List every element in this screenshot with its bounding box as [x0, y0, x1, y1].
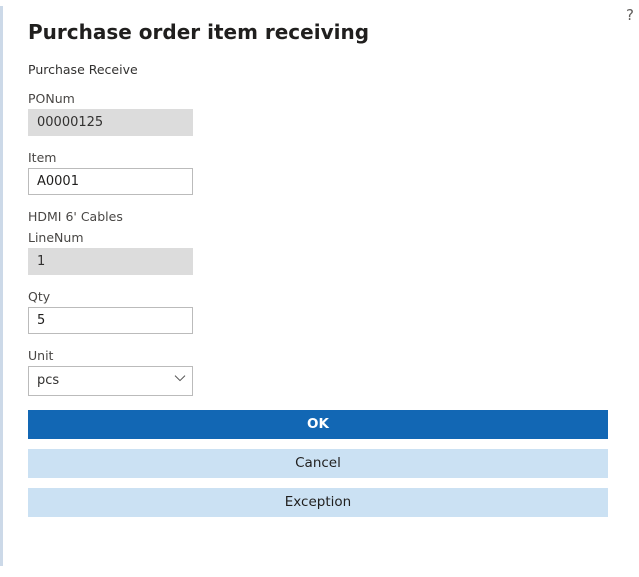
ok-button[interactable]: OK: [28, 410, 608, 439]
help-icon[interactable]: ?: [626, 6, 634, 24]
ponum-label: PONum: [28, 91, 611, 106]
button-row: OK Cancel Exception: [28, 410, 611, 517]
left-accent-border: [0, 6, 3, 566]
field-ponum: PONum: [28, 91, 611, 136]
exception-button[interactable]: Exception: [28, 488, 608, 517]
form-container: Purchase order item receiving Purchase R…: [0, 0, 639, 517]
field-unit: Unit pcs: [28, 348, 611, 396]
qty-label: Qty: [28, 289, 611, 304]
item-input[interactable]: [28, 168, 193, 195]
ponum-input: [28, 109, 193, 136]
unit-select[interactable]: pcs: [28, 366, 193, 396]
item-label: Item: [28, 150, 611, 165]
field-item: Item: [28, 150, 611, 195]
linenum-label: LineNum: [28, 230, 611, 245]
unit-label: Unit: [28, 348, 611, 363]
item-description: HDMI 6' Cables: [28, 209, 611, 224]
field-linenum: HDMI 6' Cables LineNum: [28, 209, 611, 275]
qty-input[interactable]: [28, 307, 193, 334]
cancel-button[interactable]: Cancel: [28, 449, 608, 478]
section-label: Purchase Receive: [28, 62, 611, 77]
linenum-input: [28, 248, 193, 275]
page-title: Purchase order item receiving: [28, 20, 611, 44]
field-qty: Qty: [28, 289, 611, 334]
unit-select-value: pcs: [28, 366, 193, 396]
